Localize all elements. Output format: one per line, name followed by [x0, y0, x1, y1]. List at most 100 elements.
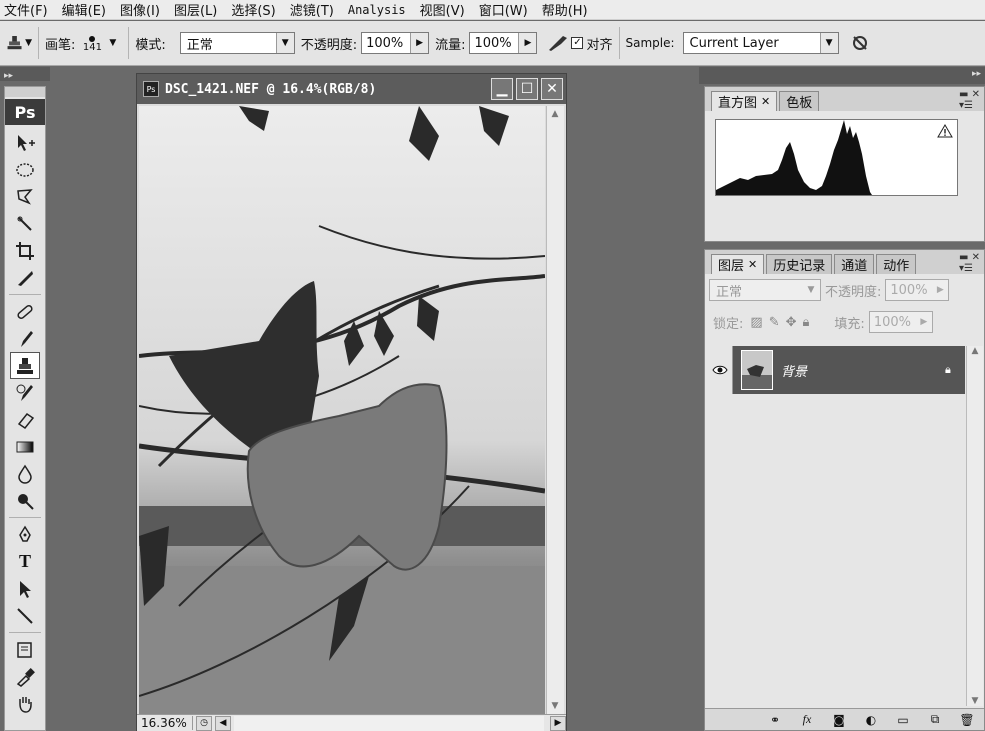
mode-select[interactable]: 正常 ▼	[179, 32, 295, 54]
eye-icon[interactable]	[707, 346, 733, 394]
tab-swatches[interactable]: 色板	[779, 91, 820, 111]
menu-bar: 文件(F) 编辑(E) 图像(I) 图层(L) 选择(S) 滤镜(T) Anal…	[0, 0, 985, 20]
magic-wand-tool-icon[interactable]	[5, 210, 45, 237]
menu-file[interactable]: 文件(F)	[4, 0, 48, 19]
lock-position-icon[interactable]: ✥	[786, 315, 797, 330]
chevron-right-icon[interactable]: ▶	[518, 33, 537, 53]
sample-select[interactable]: Current Layer ▼	[682, 32, 839, 54]
menu-edit[interactable]: 编辑(E)	[62, 0, 106, 19]
lock-all-icon[interactable]: 🔒︎	[803, 315, 810, 330]
document-vertical-scrollbar[interactable]: ▲ ▼	[546, 106, 564, 714]
layer-opacity-label: 不透明度:	[825, 284, 882, 300]
brush-dropdown-arrow-icon[interactable]: ▼	[109, 38, 116, 48]
scroll-right-icon[interactable]: ▶	[550, 715, 566, 731]
eraser-tool-icon[interactable]	[5, 406, 45, 433]
layers-footer: ⚭ fx ◙ ◐ ▭ ⧉ 🗑︎	[705, 708, 984, 730]
layer-opacity-field[interactable]: 100% ▶	[885, 279, 950, 301]
new-layer-icon[interactable]: ⧉	[924, 711, 946, 729]
lasso-tool-icon[interactable]	[5, 183, 45, 210]
menu-filter[interactable]: 滤镜(T)	[290, 0, 334, 19]
adjustment-layer-icon[interactable]: ◐	[860, 711, 882, 729]
move-tool-icon[interactable]	[5, 129, 45, 156]
tab-history[interactable]: 历史记录	[766, 254, 833, 274]
menu-view[interactable]: 视图(V)	[420, 0, 465, 19]
tab-histogram[interactable]: 直方图 ✕	[711, 91, 778, 111]
layers-scrollbar[interactable]: ▲ ▼	[966, 346, 983, 706]
layer-style-icon[interactable]: fx	[796, 711, 818, 729]
healing-brush-tool-icon[interactable]	[5, 298, 45, 325]
fill-field[interactable]: 100% ▶	[868, 311, 933, 333]
zoom-level[interactable]: 16.36%	[137, 716, 193, 730]
lock-image-icon[interactable]: ✎	[769, 315, 780, 330]
flow-field[interactable]: 100% ▶	[469, 32, 538, 54]
menu-window[interactable]: 窗口(W)	[479, 0, 528, 19]
scroll-down-icon[interactable]: ▼	[547, 698, 563, 714]
scroll-up-icon[interactable]: ▲	[967, 346, 983, 356]
scroll-left-icon[interactable]: ◀	[215, 715, 231, 731]
slice-tool-icon[interactable]	[5, 264, 45, 291]
clone-stamp-tool-icon[interactable]	[10, 352, 40, 379]
panel-menu-icon[interactable]: ▬ ✕ ▾☰	[959, 252, 980, 274]
blend-mode-select[interactable]: 正常 ▼	[709, 279, 821, 301]
notes-tool-icon[interactable]	[5, 636, 45, 663]
toolbox-grip[interactable]	[5, 87, 45, 97]
menu-help[interactable]: 帮助(H)	[542, 0, 588, 19]
lock-transparent-icon[interactable]: ▨	[750, 315, 762, 330]
sample-value: Current Layer	[689, 35, 779, 51]
toolbox-collapse-strip[interactable]: ▸▸	[0, 67, 50, 81]
document-status-bar: 16.36% ◷ ◀ ▶	[137, 714, 566, 731]
status-menu-icon[interactable]: ◷	[196, 715, 212, 731]
photo-gloves-on-branches	[139, 106, 545, 714]
tab-actions[interactable]: 动作	[876, 254, 917, 274]
chevron-right-icon[interactable]: ▶	[410, 33, 429, 53]
horizontal-scrollbar[interactable]	[234, 715, 544, 731]
eyedropper-tool-icon[interactable]	[5, 663, 45, 690]
layer-mask-icon[interactable]: ◙	[828, 711, 850, 729]
hand-tool-icon[interactable]	[5, 690, 45, 717]
opacity-value: 100%	[366, 35, 404, 51]
options-separator	[128, 27, 130, 59]
tool-preset-picker[interactable]: ▼	[6, 30, 32, 56]
airbrush-toggle[interactable]	[545, 30, 571, 56]
close-icon[interactable]: ✕	[748, 258, 757, 271]
ps-logo[interactable]: Ps	[5, 99, 45, 125]
crop-tool-icon[interactable]	[5, 237, 45, 264]
minimize-icon[interactable]: ▁	[491, 78, 513, 100]
path-selection-tool-icon[interactable]	[5, 575, 45, 602]
scroll-up-icon[interactable]: ▲	[547, 106, 563, 122]
image-canvas[interactable]	[139, 106, 545, 714]
pen-tool-icon[interactable]	[5, 521, 45, 548]
scroll-down-icon[interactable]: ▼	[967, 696, 983, 706]
type-tool-icon[interactable]: T	[5, 548, 45, 575]
link-layers-icon[interactable]: ⚭	[764, 711, 786, 729]
toolbox-separator	[9, 632, 41, 633]
warning-icon[interactable]	[937, 124, 953, 138]
blur-tool-icon[interactable]	[5, 460, 45, 487]
brush-tool-icon[interactable]	[5, 325, 45, 352]
close-icon[interactable]: ✕	[761, 95, 770, 108]
flow-label: 流量:	[435, 37, 466, 53]
tab-channels[interactable]: 通道	[834, 254, 875, 274]
marquee-tool-icon[interactable]	[5, 156, 45, 183]
menu-analysis[interactable]: Analysis	[348, 3, 406, 17]
layer-row-background[interactable]: 背景 🔒︎	[707, 346, 965, 394]
menu-layer[interactable]: 图层(L)	[174, 0, 217, 19]
dodge-tool-icon[interactable]	[5, 487, 45, 514]
menu-image[interactable]: 图像(I)	[120, 0, 160, 19]
document-titlebar[interactable]: Ps DSC_1421.NEF @ 16.4%(RGB/8) ▁ ☐ ✕	[137, 74, 566, 104]
maximize-icon[interactable]: ☐	[516, 78, 538, 100]
trash-icon[interactable]: 🗑︎	[956, 711, 978, 729]
line-tool-icon[interactable]	[5, 602, 45, 629]
new-group-icon[interactable]: ▭	[892, 711, 914, 729]
opacity-field[interactable]: 100% ▶	[361, 32, 430, 54]
panel-menu-icon[interactable]: ▬ ✕ ▾☰	[959, 89, 980, 111]
menu-select[interactable]: 选择(S)	[231, 0, 275, 19]
close-icon[interactable]: ✕	[541, 78, 563, 100]
brush-picker[interactable]: 141	[79, 34, 105, 53]
dock-collapse-strip[interactable]: ▸▸	[699, 67, 985, 84]
tab-layers[interactable]: 图层 ✕	[711, 254, 765, 274]
ignore-adjustment-layers-toggle[interactable]	[847, 30, 873, 56]
aligned-checkbox[interactable]: ✓ 对齐	[571, 34, 613, 53]
history-brush-tool-icon[interactable]	[5, 379, 45, 406]
gradient-tool-icon[interactable]	[5, 433, 45, 460]
